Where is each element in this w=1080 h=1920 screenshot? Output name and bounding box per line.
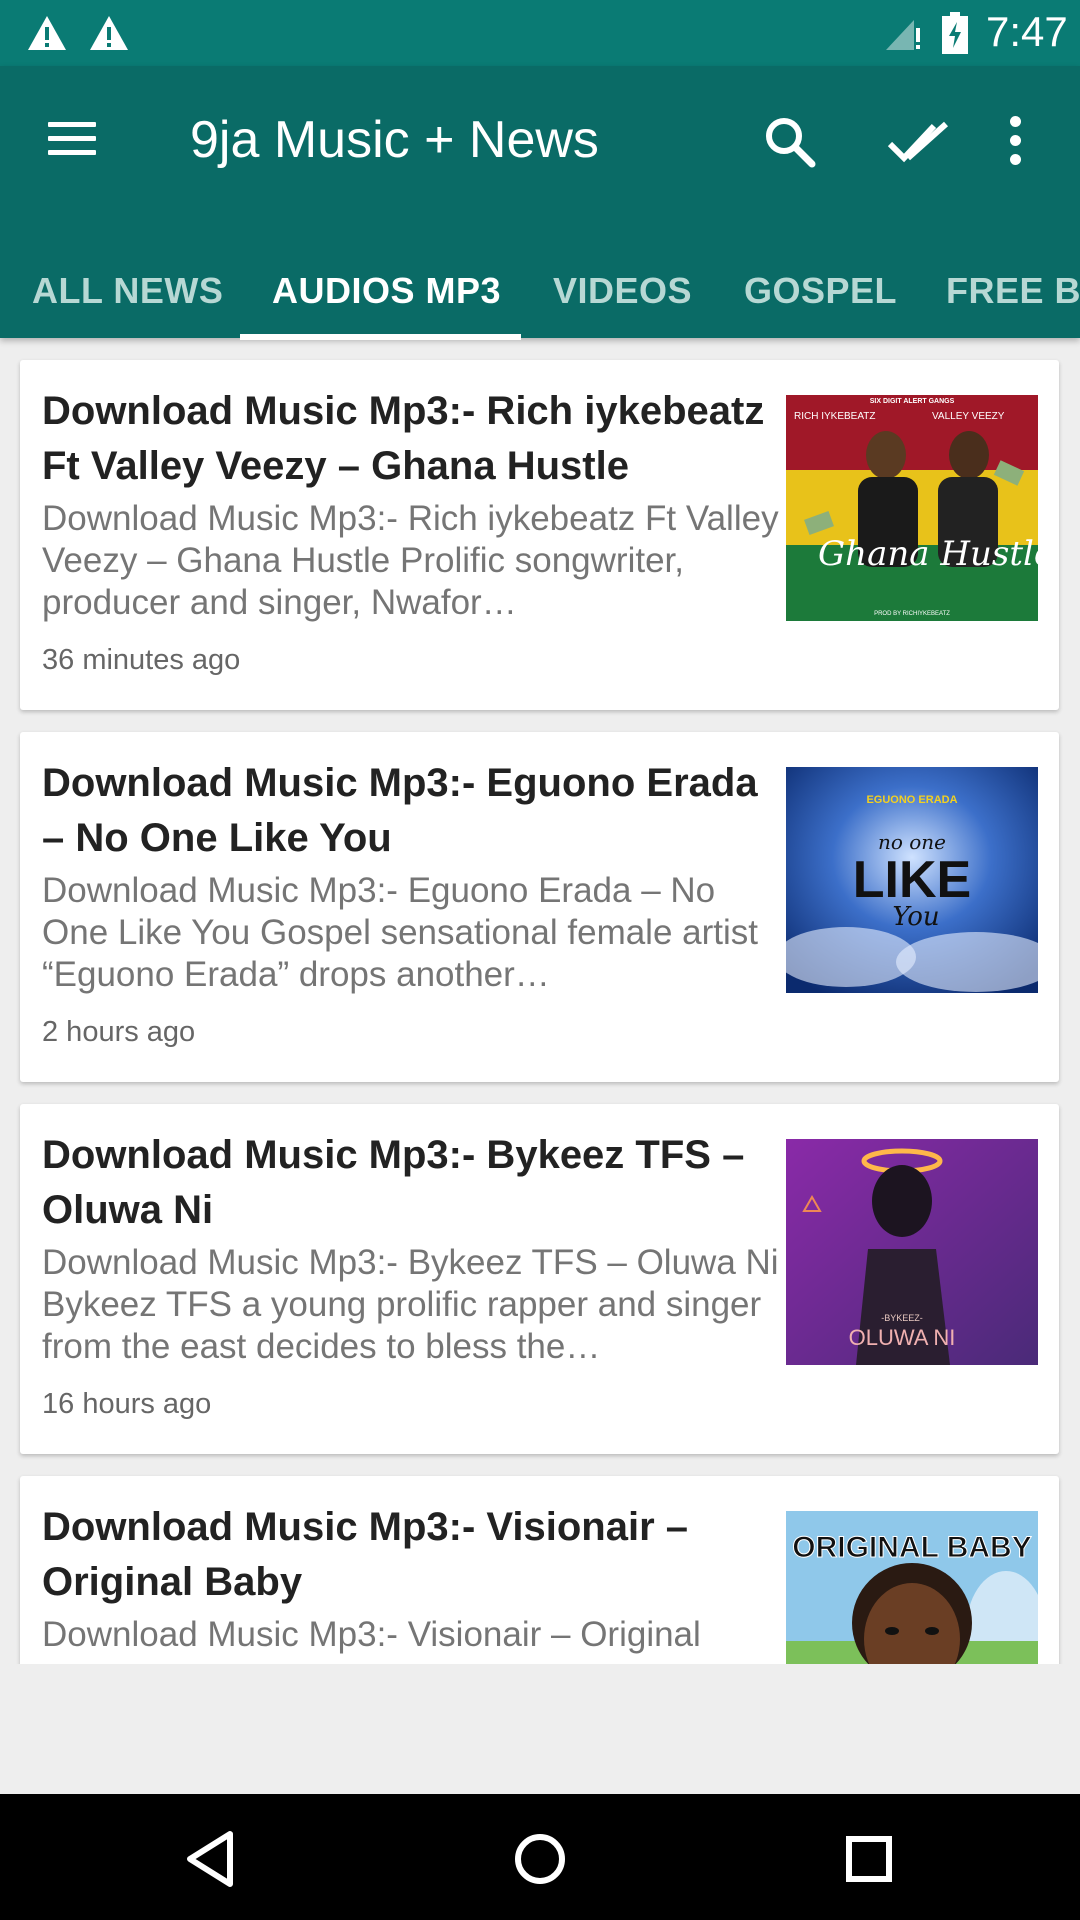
app-bar: 9ja Music + News ALL NEWS AUDIOS MP3 VID… — [0, 66, 1080, 340]
status-bar: 7:47 — [0, 0, 1080, 66]
article-title[interactable]: Download Music Mp3:- Bykeez TFS – Oluwa … — [42, 1128, 782, 1238]
recents-icon[interactable] — [834, 1824, 904, 1894]
search-icon[interactable] — [762, 114, 818, 170]
system-nav-bar — [0, 1794, 1080, 1920]
article-excerpt: Download Music Mp3:- Visionair – Origina… — [42, 1615, 701, 1654]
warning-icon — [28, 16, 66, 50]
warning-icon — [90, 16, 128, 50]
thumb-text: You — [892, 902, 939, 932]
article-time: 36 minutes ago — [42, 644, 241, 676]
more-options-icon[interactable] — [998, 112, 1034, 170]
thumb-text: VALLEY VEEZY — [932, 411, 1005, 422]
article-title[interactable]: Download Music Mp3:- Eguono Erada – No O… — [42, 756, 782, 866]
article-excerpt: Download Music Mp3:- Rich iykebeatz Ft V… — [42, 499, 779, 622]
article-excerpt: Download Music Mp3:- Eguono Erada – No O… — [42, 871, 758, 994]
thumb-text: Ghana Hustle — [818, 534, 1038, 574]
article-title[interactable]: Download Music Mp3:- Visionair – Origina… — [42, 1500, 782, 1610]
thumb-text: SIX DIGIT ALERT GANGS — [870, 398, 955, 405]
article-excerpt: Download Music Mp3:- Bykeez TFS – Oluwa … — [42, 1243, 779, 1366]
article-thumbnail[interactable]: SIX DIGIT ALERT GANGS RICH IYKEBEATZ VAL… — [786, 395, 1038, 621]
thumb-text: -BYKEEZ- — [881, 1313, 923, 1323]
signal-icon — [886, 20, 920, 50]
mark-read-icon[interactable] — [886, 116, 952, 166]
thumb-text: LIKE — [853, 851, 971, 909]
article-title[interactable]: Download Music Mp3:- Rich iykebeatz Ft V… — [42, 384, 782, 494]
app-title: 9ja Music + News — [190, 111, 599, 169]
article-thumbnail[interactable]: ORIGINAL BABY — [786, 1511, 1038, 1664]
article-thumbnail[interactable]: -BYKEEZ- OLUWA NI — [786, 1139, 1038, 1365]
article-time: 2 hours ago — [42, 1016, 196, 1048]
thumb-text: ORIGINAL BABY — [792, 1531, 1031, 1564]
article-time: 16 hours ago — [42, 1388, 212, 1420]
menu-icon[interactable] — [44, 116, 100, 160]
thumb-text: PROD BY RICHIYKEBEATZ — [874, 611, 950, 617]
tab-free-beats[interactable]: FREE BE — [946, 252, 1080, 338]
article-card[interactable]: Download Music Mp3:- Eguono Erada – No O… — [20, 732, 1059, 1082]
article-card[interactable]: Download Music Mp3:- Visionair – Origina… — [20, 1476, 1059, 1664]
article-card[interactable]: Download Music Mp3:- Bykeez TFS – Oluwa … — [20, 1104, 1059, 1454]
thumb-text: EGUONO ERADA — [866, 794, 957, 806]
status-time: 7:47 — [986, 8, 1068, 55]
home-icon[interactable] — [505, 1824, 575, 1894]
category-tabs: ALL NEWS AUDIOS MP3 VIDEOS GOSPEL FREE B… — [0, 252, 1080, 338]
thumb-text: OLUWA NI — [849, 1325, 956, 1350]
back-icon[interactable] — [176, 1824, 246, 1894]
tab-gospel[interactable]: GOSPEL — [744, 252, 897, 338]
tab-all-news[interactable]: ALL NEWS — [32, 252, 223, 338]
tab-audios-mp3[interactable]: AUDIOS MP3 — [272, 252, 501, 338]
thumb-text: RICH IYKEBEATZ — [794, 411, 876, 422]
article-feed[interactable]: Download Music Mp3:- Rich iykebeatz Ft V… — [0, 338, 1080, 1664]
tab-videos[interactable]: VIDEOS — [553, 252, 692, 338]
article-thumbnail[interactable]: EGUONO ERADA no one LIKE You — [786, 767, 1038, 993]
battery-icon — [942, 12, 968, 54]
article-card[interactable]: Download Music Mp3:- Rich iykebeatz Ft V… — [20, 360, 1059, 710]
